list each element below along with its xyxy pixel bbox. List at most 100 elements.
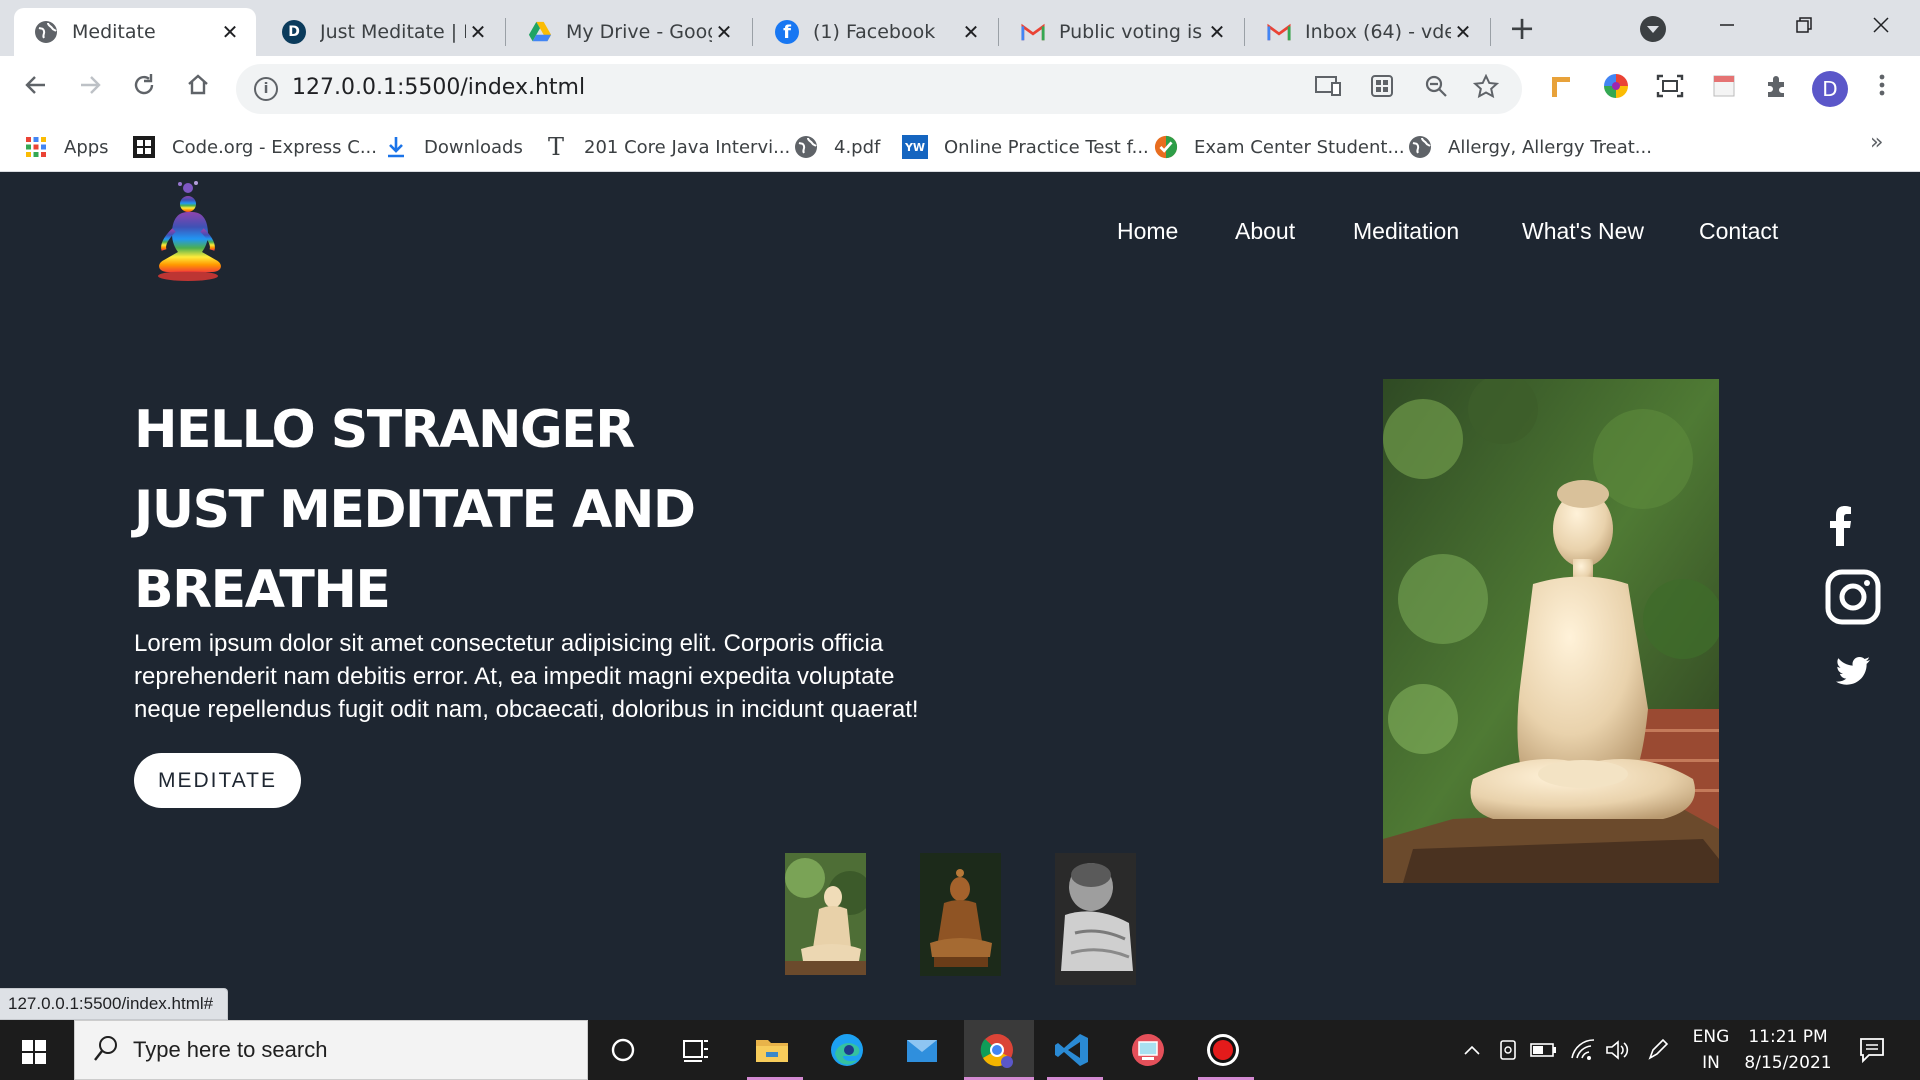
minimize-button[interactable] bbox=[1697, 8, 1757, 48]
browser-toolbar: i 127.0.0.1:5500/index.html bbox=[0, 56, 1920, 122]
home-icon bbox=[188, 74, 208, 95]
screen-recorder-app-icon[interactable] bbox=[1128, 1030, 1168, 1070]
close-tab-icon[interactable]: ✕ bbox=[712, 20, 736, 44]
bookmarks-bar: Apps Code.org - Express C... Downloads T… bbox=[0, 122, 1920, 172]
tab-strip: Meditate ✕ D Just Meditate | D ✕ My Driv… bbox=[0, 0, 1920, 56]
nav-home[interactable]: Home bbox=[1117, 218, 1178, 245]
close-tab-icon[interactable]: ✕ bbox=[218, 20, 242, 44]
extension-screenshot-icon[interactable] bbox=[1654, 73, 1686, 105]
vscode-icon[interactable] bbox=[1052, 1030, 1092, 1070]
zoom-icon[interactable] bbox=[1420, 74, 1452, 106]
qr-code-icon[interactable] bbox=[1366, 74, 1398, 106]
bookmark-label: Downloads bbox=[424, 136, 523, 158]
tab-search-button[interactable] bbox=[1640, 16, 1666, 42]
file-explorer-icon[interactable] bbox=[752, 1030, 792, 1070]
website-viewport: Home About Meditation What's New Contact… bbox=[0, 172, 1920, 1020]
bookmark-label: Exam Center Student... bbox=[1194, 136, 1405, 158]
bookmark-4-pdf[interactable]: 4.pdf bbox=[794, 134, 880, 160]
chevron-up-icon[interactable] bbox=[1462, 1040, 1482, 1060]
profile-avatar-button[interactable]: D bbox=[1812, 71, 1848, 107]
apps-grid-icon bbox=[24, 135, 48, 159]
bookmark-online-practice-test[interactable]: YW Online Practice Test f... bbox=[902, 134, 1149, 160]
extension-ruler-icon[interactable] bbox=[1546, 73, 1578, 105]
volume-icon[interactable] bbox=[1604, 1038, 1630, 1062]
restore-button[interactable] bbox=[1774, 8, 1834, 48]
facebook-icon[interactable] bbox=[1826, 506, 1854, 546]
mail-icon[interactable] bbox=[902, 1030, 942, 1070]
nav-contact[interactable]: Contact bbox=[1699, 218, 1778, 245]
notification-center-icon[interactable] bbox=[1858, 1036, 1886, 1064]
instagram-icon[interactable] bbox=[1825, 569, 1881, 625]
nav-meditation[interactable]: Meditation bbox=[1353, 218, 1459, 245]
tab-public-voting[interactable]: Public voting is n ✕ bbox=[1001, 8, 1243, 56]
bookmark-label: Code.org - Express C... bbox=[172, 136, 378, 158]
forward-button[interactable] bbox=[70, 70, 110, 110]
wifi-icon[interactable] bbox=[1570, 1038, 1596, 1062]
close-window-button[interactable] bbox=[1851, 8, 1911, 48]
close-tab-icon[interactable]: ✕ bbox=[1451, 20, 1475, 44]
tab-just-meditate[interactable]: D Just Meditate | D ✕ bbox=[262, 8, 504, 56]
tab-meditate[interactable]: Meditate ✕ bbox=[14, 8, 256, 56]
pen-icon[interactable] bbox=[1646, 1038, 1670, 1062]
twitter-icon[interactable] bbox=[1836, 657, 1870, 685]
site-info-icon[interactable]: i bbox=[254, 77, 278, 101]
browser-menu-button[interactable] bbox=[1870, 71, 1894, 107]
tab-title: Meditate bbox=[72, 21, 156, 43]
globe-icon bbox=[794, 135, 818, 159]
thumbnail-buddha-garden[interactable] bbox=[785, 853, 866, 975]
bookmark-code-org[interactable]: Code.org - Express C... bbox=[132, 134, 377, 160]
edge-browser-icon[interactable] bbox=[827, 1030, 867, 1070]
thumbnail-sleeping-buddha-bw[interactable] bbox=[1055, 853, 1136, 985]
task-view-icon[interactable] bbox=[676, 1030, 716, 1070]
language-indicator[interactable]: ENG IN bbox=[1688, 1024, 1734, 1076]
reload-button[interactable] bbox=[124, 70, 164, 110]
close-tab-icon[interactable]: ✕ bbox=[1205, 20, 1229, 44]
bookmark-apps[interactable]: Apps bbox=[24, 134, 109, 160]
bookmark-star-icon[interactable] bbox=[1470, 73, 1502, 106]
url-text[interactable]: 127.0.0.1:5500/index.html bbox=[292, 75, 585, 100]
chrome-icon[interactable] bbox=[977, 1030, 1017, 1070]
extensions-puzzle-icon[interactable] bbox=[1760, 73, 1792, 105]
home-button[interactable] bbox=[178, 70, 218, 110]
code-org-icon bbox=[132, 135, 156, 159]
battery-icon[interactable] bbox=[1530, 1041, 1558, 1059]
tab-inbox[interactable]: Inbox (64) - vdee ✕ bbox=[1247, 8, 1489, 56]
yw-logo-icon: YW bbox=[902, 135, 928, 159]
thumbnail-golden-buddha[interactable] bbox=[920, 853, 1001, 976]
new-tab-button[interactable]: + bbox=[1506, 12, 1538, 44]
nav-about[interactable]: About bbox=[1235, 218, 1295, 245]
hero-description: Lorem ipsum dolor sit amet consectetur a… bbox=[134, 630, 919, 723]
bookmark-core-java[interactable]: T 201 Core Java Intervi... bbox=[544, 133, 791, 161]
region-code: IN bbox=[1702, 1053, 1720, 1073]
tab-facebook[interactable]: f (1) Facebook ✕ bbox=[755, 8, 997, 56]
gmail-icon bbox=[1021, 20, 1045, 44]
bookmark-exam-center[interactable]: Exam Center Student... bbox=[1154, 134, 1405, 160]
tab-my-drive[interactable]: My Drive - Goog ✕ bbox=[508, 8, 750, 56]
bookmark-downloads[interactable]: Downloads bbox=[384, 134, 523, 160]
bookmark-label: 201 Core Java Intervi... bbox=[584, 136, 791, 158]
gmail-icon bbox=[1267, 20, 1291, 44]
bookmark-allergy[interactable]: Allergy, Allergy Treat... bbox=[1408, 134, 1652, 160]
meditation-logo-icon[interactable] bbox=[146, 178, 230, 282]
meditate-button[interactable]: MEDITATE bbox=[134, 753, 301, 808]
device-icon[interactable] bbox=[1498, 1038, 1518, 1062]
close-tab-icon[interactable]: ✕ bbox=[466, 20, 490, 44]
check-badge-icon bbox=[1154, 135, 1178, 159]
nav-whats-new[interactable]: What's New bbox=[1522, 218, 1644, 245]
back-button[interactable] bbox=[16, 70, 56, 110]
cast-icon[interactable] bbox=[1312, 74, 1344, 106]
extension-color-wheel-icon[interactable] bbox=[1600, 73, 1632, 105]
taskbar-search-box[interactable]: Type here to search bbox=[74, 1020, 588, 1080]
clock[interactable]: 11:21 PM 8/15/2021 bbox=[1740, 1024, 1836, 1076]
tab-title: Public voting is n bbox=[1059, 21, 1205, 43]
hero-title-line: JUST MEDITATE AND bbox=[134, 480, 696, 540]
record-icon[interactable] bbox=[1203, 1030, 1243, 1070]
globe-icon bbox=[1408, 135, 1432, 159]
extension-calendar-icon[interactable] bbox=[1708, 73, 1740, 105]
cortana-icon[interactable] bbox=[603, 1030, 643, 1070]
bookmarks-overflow-icon[interactable]: » bbox=[1870, 130, 1883, 155]
close-tab-icon[interactable]: ✕ bbox=[959, 20, 983, 44]
bookmark-label: 4.pdf bbox=[834, 136, 881, 158]
windows-start-icon[interactable] bbox=[22, 1040, 46, 1064]
address-bar[interactable]: i 127.0.0.1:5500/index.html bbox=[236, 64, 1522, 114]
